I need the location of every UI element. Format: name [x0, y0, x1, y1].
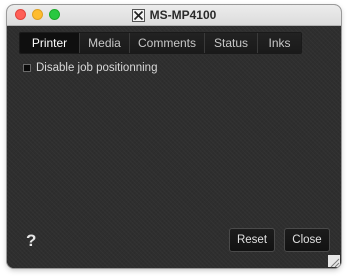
tab-comments[interactable]: Comments	[130, 33, 205, 53]
window-title: MS-MP4100	[149, 8, 217, 22]
disable-job-positioning-option[interactable]: Disable job positionning	[23, 62, 157, 74]
close-button[interactable]: Close	[284, 228, 330, 252]
tab-inks[interactable]: Inks	[258, 33, 301, 53]
tab-media[interactable]: Media	[80, 33, 130, 53]
reset-button[interactable]: Reset	[229, 228, 275, 252]
tab-printer[interactable]: Printer	[20, 33, 80, 53]
disable-job-positioning-label: Disable job positionning	[36, 62, 158, 74]
x-window-icon	[131, 8, 145, 22]
tab-bar: Printer Media Comments Status Inks	[19, 32, 302, 54]
dialog-content: Printer Media Comments Status Inks Disab…	[7, 26, 341, 268]
window-title-group: MS-MP4100	[7, 5, 341, 25]
tab-status[interactable]: Status	[205, 33, 258, 53]
resize-grip[interactable]	[328, 255, 340, 268]
help-button[interactable]: ?	[26, 231, 36, 251]
title-bar[interactable]: MS-MP4100	[7, 5, 341, 26]
disable-job-positioning-checkbox[interactable]	[23, 64, 31, 72]
resize-grip-icon	[330, 258, 340, 268]
dialog-window: MS-MP4100 Printer Media Comments Status …	[7, 5, 341, 268]
